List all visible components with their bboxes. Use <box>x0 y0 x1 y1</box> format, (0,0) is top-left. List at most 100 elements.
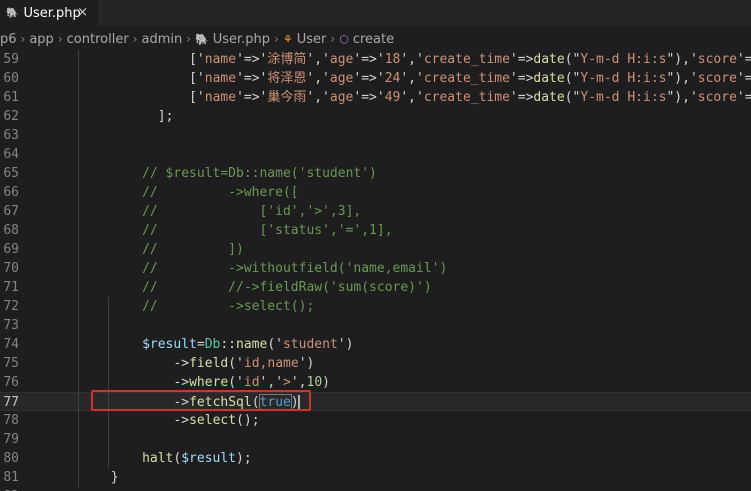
breadcrumb-separator-icon: › <box>20 32 26 46</box>
code-token: ); <box>236 451 252 466</box>
code-line[interactable]: 75 ->field('id,name') <box>0 354 751 373</box>
code-token: name <box>204 71 237 86</box>
breadcrumb-item[interactable]: User.php <box>213 32 270 47</box>
breadcrumb-separator-icon: › <box>274 32 279 46</box>
code-token: // ->withoutfield('name,email') <box>142 261 448 276</box>
code-line[interactable]: 72 // ->select(); <box>0 297 751 316</box>
code-line[interactable]: 81} <box>0 468 751 487</box>
code-line[interactable]: 63 <box>0 126 751 145</box>
line-number: 64 <box>3 147 19 162</box>
line-number: 70 <box>3 261 19 276</box>
code-token: name <box>236 337 268 352</box>
tab-filename: User.php <box>23 5 81 21</box>
code-token: (' <box>267 337 283 352</box>
breadcrumb-item[interactable]: app <box>29 32 53 47</box>
code-token: Y-m-d H:i:s <box>580 71 667 86</box>
code-line[interactable]: 79 <box>0 430 751 449</box>
line-number: 72 <box>3 299 19 314</box>
code-text: // ['status','=',1], <box>142 221 392 240</box>
code-line[interactable]: 80 halt($result); <box>0 449 751 468</box>
line-number: 79 <box>3 432 19 447</box>
code-token: age <box>329 90 354 105</box>
breadcrumb-item[interactable]: p6 <box>0 32 17 47</box>
breadcrumb-item[interactable]: controller <box>67 32 129 47</box>
breadcrumb-item[interactable]: admin <box>141 32 182 47</box>
code-editor[interactable]: 59 ['name'=>'涂博简','age'=>'18','create_tim… <box>0 50 751 491</box>
line-number: 82 <box>0 487 19 491</box>
line-number: 80 <box>3 451 19 466</box>
code-token: :: <box>220 337 237 352</box>
code-text: ['name'=>'涂博简','age'=>'18','create_time'… <box>189 50 751 69</box>
code-line[interactable]: 62]; <box>0 107 751 126</box>
code-token: [' <box>189 71 205 86</box>
code-line[interactable]: 65 // $result=Db::name('student') <box>0 164 751 183</box>
code-token: date <box>533 90 565 105</box>
code-line[interactable]: 73 <box>0 316 751 335</box>
code-token: $result <box>181 451 237 466</box>
code-line[interactable]: 61 ['name'=>'巢今雨','age'=>'49','create_tim… <box>0 88 751 107</box>
code-token: 将泽恩 <box>267 71 307 86</box>
code-token: '=>' <box>353 90 385 105</box>
code-text: } <box>111 468 119 487</box>
line-number: 67 <box>3 204 19 219</box>
code-token: ') <box>298 356 315 371</box>
code-line[interactable]: 60 ['name'=>'将泽恩','age'=>'24','create_tim… <box>0 69 751 88</box>
code-line[interactable]: 74 $result=Db::name('student') <box>0 335 751 354</box>
code-line[interactable]: 70 // ->withoutfield('name,email') <box>0 259 751 278</box>
code-token: -> <box>173 375 190 390</box>
code-text: $result=Db::name('student') <box>142 335 353 354</box>
code-token: // ->where([ <box>142 185 299 200</box>
annotation-highlight-box <box>91 390 311 411</box>
code-token: -> <box>173 413 190 428</box>
code-text: // ->withoutfield('name,email') <box>142 259 447 278</box>
line-number: 65 <box>3 166 19 181</box>
code-line[interactable]: 64 <box>0 145 751 164</box>
code-token: date <box>533 52 565 67</box>
code-token: // ->select(); <box>142 299 315 314</box>
php-file-icon: 🐘 <box>6 7 19 19</box>
code-token: Db <box>204 337 221 352</box>
code-text: ['name'=>'将泽恩','age'=>'24','create_time'… <box>189 69 751 88</box>
code-token: } <box>110 470 119 485</box>
code-token: 巢今雨 <box>267 90 307 105</box>
line-number: 75 <box>3 356 19 371</box>
line-number: 59 <box>3 52 19 67</box>
code-token: (" <box>564 71 581 86</box>
code-line[interactable]: 78 ->select(); <box>0 411 751 430</box>
code-line[interactable]: 59 ['name'=>'涂博简','age'=>'18','create_tim… <box>0 50 751 69</box>
code-token: ', <box>290 375 307 390</box>
code-text: // ]) <box>142 240 244 259</box>
breadcrumb-item[interactable]: create <box>353 32 394 47</box>
code-line[interactable]: 67 // ['id','>',3], <box>0 202 751 221</box>
code-token: $result <box>142 337 197 352</box>
code-token: ',' <box>306 52 330 67</box>
line-number: 81 <box>3 470 19 485</box>
code-token: 10 <box>306 375 323 390</box>
code-token: ',' <box>400 52 424 67</box>
code-token: date <box>533 71 565 86</box>
close-icon[interactable]: × <box>77 5 88 20</box>
code-line[interactable]: 82 <box>0 487 751 491</box>
breadcrumb-item[interactable]: User <box>297 32 327 47</box>
code-token: name <box>204 90 237 105</box>
code-token: Y-m-d H:i:s <box>580 90 667 105</box>
line-number: 76 <box>3 375 19 390</box>
tab-user-php[interactable]: 🐘 User.php × <box>0 0 98 26</box>
code-token: (" <box>564 52 581 67</box>
code-token: field <box>189 356 229 371</box>
code-text: halt($result); <box>142 449 252 468</box>
code-token: = <box>196 337 205 352</box>
code-line[interactable]: 69 // ]) <box>0 240 751 259</box>
code-token: 24 <box>384 71 401 86</box>
code-line[interactable]: 71 // //->fieldRaw('sum(score)') <box>0 278 751 297</box>
code-line[interactable]: 66 // ->where([ <box>0 183 751 202</box>
code-text: // ['id','>',3], <box>142 202 361 221</box>
code-token: Y-m-d H:i:s <box>580 52 667 67</box>
code-token: select <box>189 413 237 428</box>
code-token: age <box>329 71 354 86</box>
code-token: create_time <box>423 52 510 67</box>
code-token: (); <box>236 413 260 428</box>
code-text: // ->select(); <box>142 297 314 316</box>
code-line[interactable]: 68 // ['status','=',1], <box>0 221 751 240</box>
code-token: (' <box>228 356 244 371</box>
